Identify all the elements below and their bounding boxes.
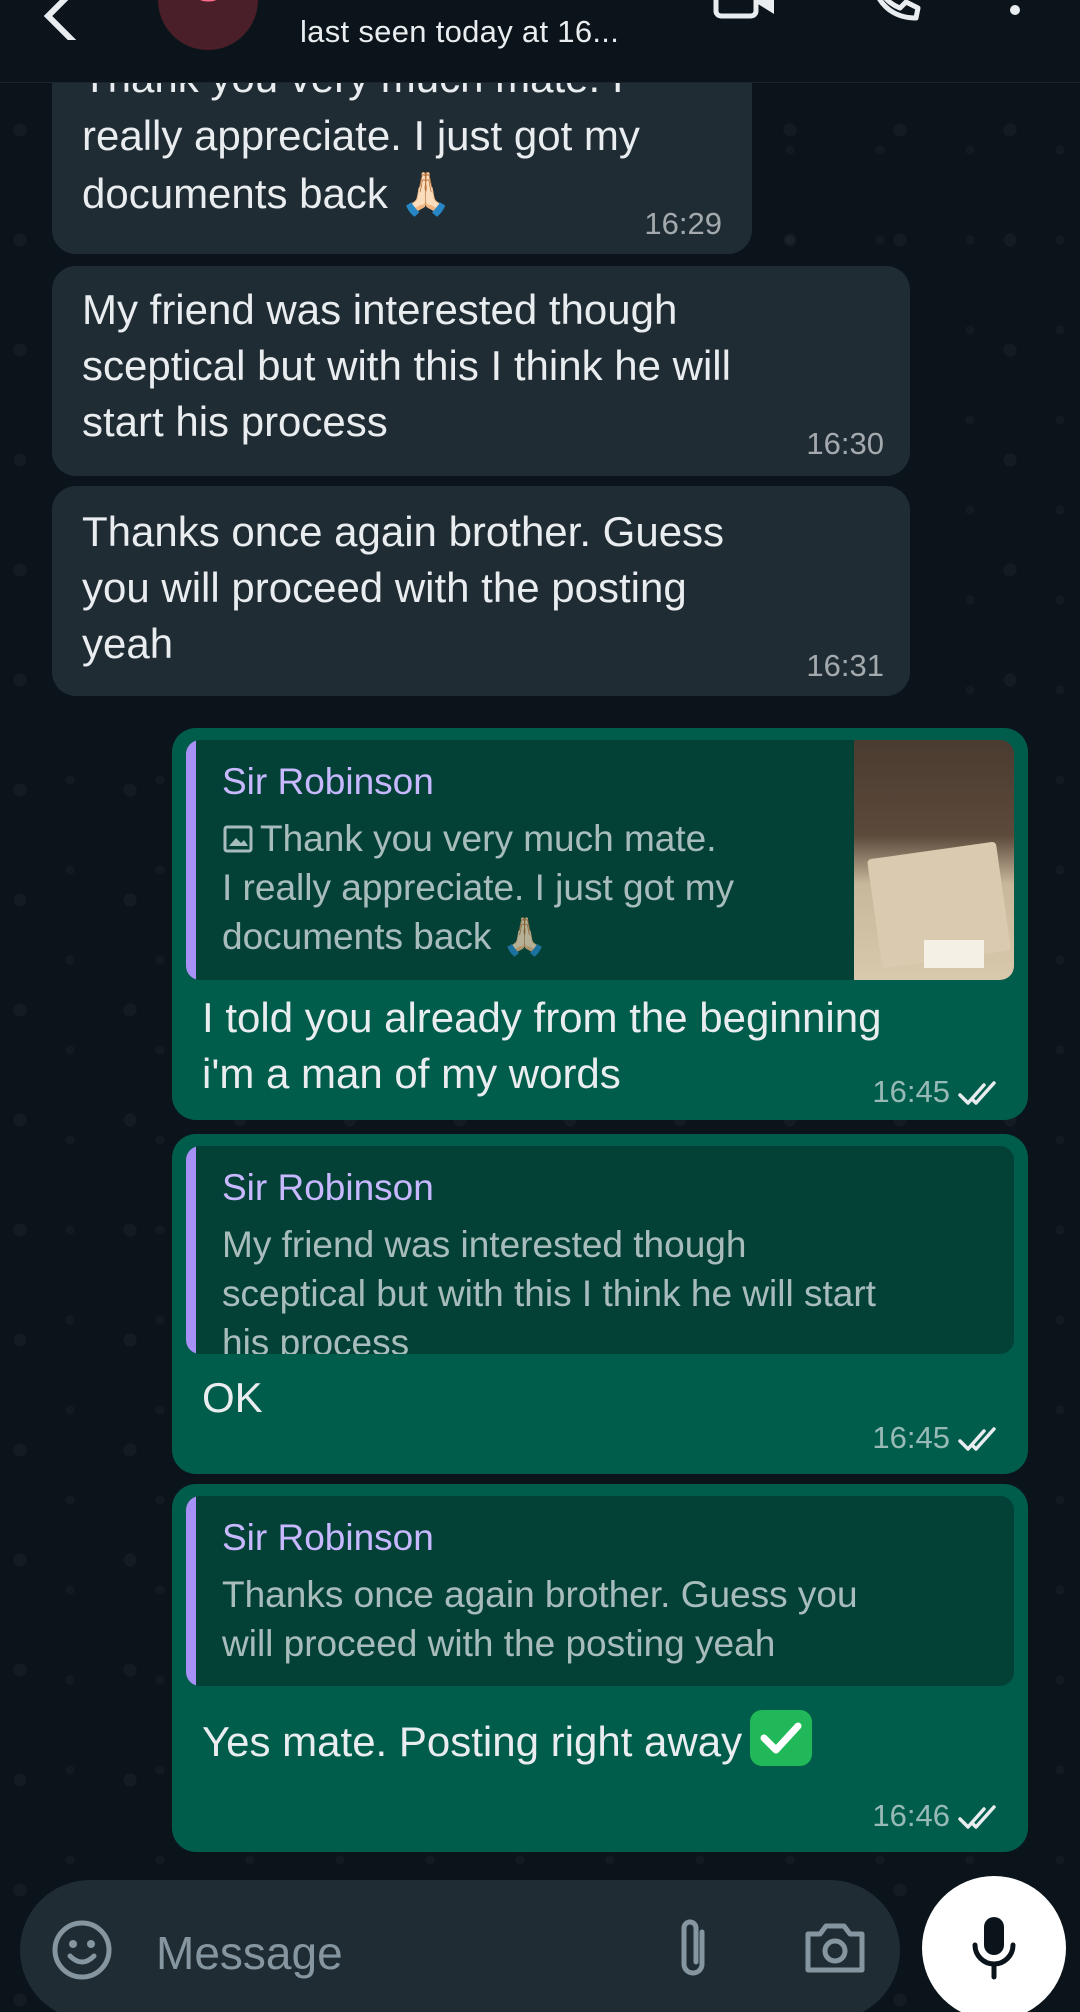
message-text-line: you will proceed with the posting [82, 564, 687, 611]
last-seen-status[interactable]: last seen today at 16... [300, 14, 619, 50]
quote-text-line: Thank you very much mate. [260, 818, 717, 859]
message-text-line: My friend was interested though [82, 286, 678, 333]
outgoing-message[interactable]: Sir Robinson Thank you very much mate. I… [172, 728, 1028, 1120]
quote-accent-bar [186, 1496, 196, 1686]
message-time-text: 16:46 [872, 1798, 950, 1833]
quote-author: Sir Robinson [222, 1167, 434, 1208]
message-input-bar[interactable]: Message [20, 1880, 900, 2012]
read-ticks-icon [958, 1427, 996, 1451]
message-text: Yes mate. Posting right away [202, 1718, 743, 1765]
emoji-sticker-icon[interactable] [50, 1918, 114, 1982]
quote-text-line: My friend was interested though [222, 1224, 747, 1265]
video-call-icon[interactable] [712, 0, 778, 24]
quote-accent-bar [186, 740, 196, 980]
quote-text-line: I really appreciate. I just got my [222, 867, 735, 908]
message-time: 16:31 [806, 648, 884, 683]
quoted-message[interactable]: Sir Robinson Thanks once again brother. … [186, 1496, 1014, 1686]
quote-text-line: sceptical but with this I think he will … [222, 1273, 876, 1314]
read-ticks-icon [958, 1081, 996, 1105]
back-arrow-icon[interactable] [34, 0, 94, 40]
message-text-line: sceptical but with this I think he will [82, 342, 731, 389]
voice-message-button[interactable] [922, 1876, 1066, 2012]
microphone-icon [972, 1917, 1016, 1980]
message-text-line: really appreciate. I just got my [82, 112, 640, 159]
message-time: 16:29 [644, 206, 722, 241]
message-time: 16:30 [806, 426, 884, 461]
message-text-line: start his process [82, 398, 388, 445]
quote-author: Sir Robinson [222, 1517, 434, 1558]
voice-call-icon[interactable] [866, 0, 922, 24]
message-text-line: Thanks once again brother. Guess [82, 508, 725, 555]
avatar-letter: S [193, 0, 222, 12]
outgoing-message[interactable]: Sir Robinson Thanks once again brother. … [172, 1484, 1028, 1852]
contact-avatar[interactable]: S [158, 0, 258, 50]
quote-text-block: Thanks once again brother. Guess you wil… [222, 1570, 984, 1668]
quote-text-block: My friend was interested though sceptica… [222, 1220, 984, 1354]
read-ticks-icon [958, 1805, 996, 1829]
quote-text-line: documents back 🙏🏻 [222, 916, 548, 957]
message-text-line: I told you already from the beginning [202, 994, 882, 1041]
message-time-text: 16:45 [872, 1420, 950, 1455]
message-text-line: documents back 🙏🏻 [82, 170, 452, 217]
quote-text-block: Thank you very much mate. I really appre… [222, 814, 824, 961]
attachment-paperclip-icon[interactable] [668, 1914, 718, 1984]
check-mark-emoji-icon [750, 1710, 813, 1766]
quote-text-line: Thanks once again brother. Guess you [222, 1574, 858, 1615]
quote-accent-bar [186, 1146, 196, 1354]
incoming-message[interactable]: Thanks once again brother. Guess you wil… [52, 486, 910, 696]
quote-text-line: will proceed with the posting yeah [222, 1623, 776, 1664]
chat-header: S last seen today at 16... [0, 0, 1080, 83]
message-time: 16:45 [872, 1074, 1000, 1110]
message-text-line: Yes mate. Posting right away [202, 1710, 998, 1770]
message-text-line: yeah [82, 620, 174, 667]
incoming-message[interactable]: My friend was interested though sceptica… [52, 266, 910, 476]
photo-icon [223, 825, 253, 853]
more-options-icon[interactable] [1000, 0, 1030, 30]
chat-screen: S last seen today at 16... Thank you ver… [0, 0, 1080, 2012]
quote-author: Sir Robinson [222, 761, 434, 802]
quote-text-line: his process [222, 1322, 410, 1354]
camera-icon[interactable] [802, 1920, 868, 1976]
quoted-photo-thumbnail [854, 740, 1014, 980]
outgoing-message[interactable]: Sir Robinson My friend was interested th… [172, 1134, 1028, 1474]
message-time-text: 16:45 [872, 1074, 950, 1109]
quoted-message[interactable]: Sir Robinson Thank you very much mate. I… [186, 740, 1014, 980]
message-input[interactable]: Message [156, 1926, 343, 1980]
message-time: 16:45 [872, 1420, 1000, 1456]
quoted-message[interactable]: Sir Robinson My friend was interested th… [186, 1146, 1014, 1354]
message-text-line: OK [202, 1374, 263, 1421]
message-time: 16:46 [872, 1798, 1000, 1834]
